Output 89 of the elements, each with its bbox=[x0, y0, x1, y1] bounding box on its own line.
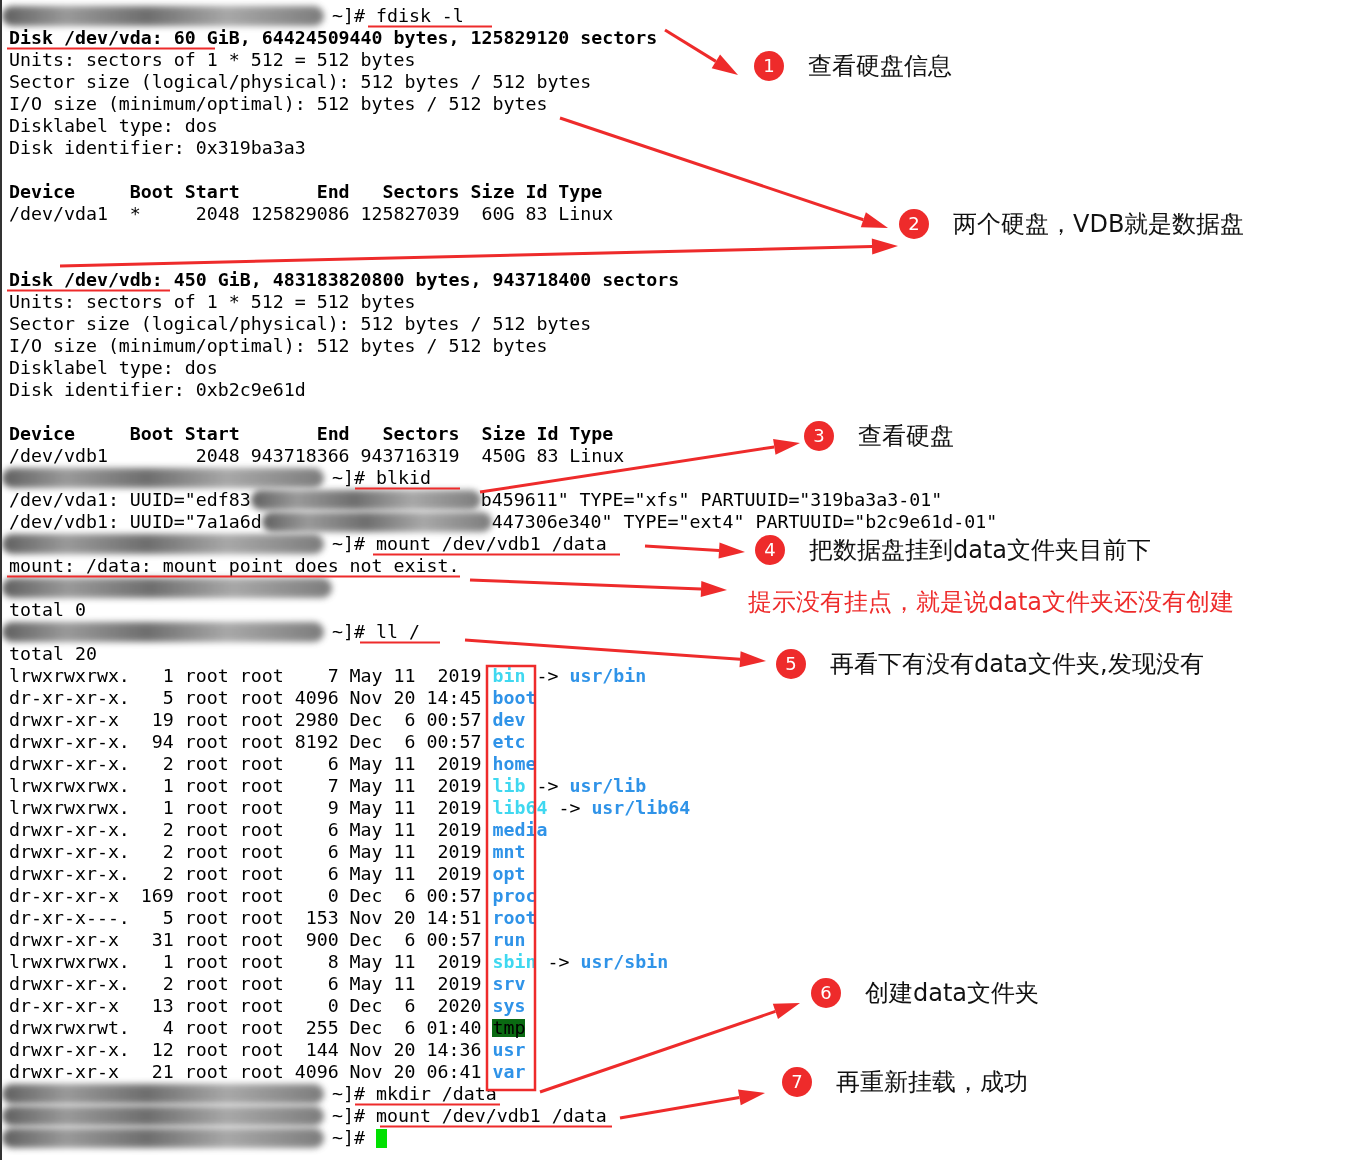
output-line: Disk /dev/vdb: 450 GiB, 483183820800 bytes, 943718400 sectors bbox=[9, 271, 680, 289]
output-line: /dev/vda1: UUID="edf83 bbox=[9, 491, 251, 509]
command-line: ~]# mkdir /data bbox=[332, 1085, 497, 1103]
output-line: total 20 bbox=[9, 645, 97, 663]
output-line: total 0 bbox=[9, 601, 86, 619]
annotation-text: 把数据盘挂到data文件夹目前下 bbox=[809, 535, 1152, 565]
step-number: 2 bbox=[899, 209, 929, 239]
file-details: lrwxrwxrwx. 1 root root 9 May 11 2019 bbox=[9, 799, 483, 817]
file-details: drwxr-xr-x 19 root root 2980 Dec 6 00:57 bbox=[9, 711, 483, 729]
file-name: var bbox=[492, 1063, 526, 1081]
step-number: 4 bbox=[755, 535, 785, 565]
file-name: dev bbox=[492, 711, 526, 729]
link-target: usr/lib bbox=[569, 777, 647, 795]
output-line: Sector size (logical/physical): 512 bytes / 512 bytes bbox=[9, 315, 592, 333]
link-arrow: -> bbox=[536, 667, 559, 685]
file-details: drwxr-xr-x. 2 root root 6 May 11 2019 bbox=[9, 865, 483, 883]
output-line: Device Boot Start End Sectors Size Id Type bbox=[9, 183, 603, 201]
file-details: drwxr-xr-x. 12 root root 144 Nov 20 14:36 bbox=[9, 1041, 483, 1059]
step-number: 5 bbox=[776, 649, 806, 679]
file-details: dr-xr-x---. 5 root root 153 Nov 20 14:51 bbox=[9, 909, 483, 927]
file-details: drwxr-xr-x. 2 root root 6 May 11 2019 bbox=[9, 843, 483, 861]
file-details: lrwxrwxrwx. 1 root root 7 May 11 2019 bbox=[9, 667, 483, 685]
output-line: Disklabel type: dos bbox=[9, 117, 218, 135]
output-line: Disk /dev/vda: 60 GiB, 64424509440 bytes, 125829120 sectors bbox=[9, 29, 658, 47]
command-line: ~]# blkid bbox=[332, 469, 431, 487]
file-name: etc bbox=[492, 733, 526, 751]
command-line: ~]# bbox=[332, 1129, 365, 1147]
step-number: 6 bbox=[811, 978, 841, 1008]
file-name: lib bbox=[492, 777, 526, 795]
command-line: ~]# ll / bbox=[332, 623, 420, 641]
annotation-text: 再重新挂载，成功 bbox=[836, 1067, 1028, 1097]
annotation-text: 两个硬盘，VDB就是数据盘 bbox=[953, 209, 1245, 239]
file-details: lrwxrwxrwx. 1 root root 8 May 11 2019 bbox=[9, 953, 483, 971]
file-details: lrwxrwxrwx. 1 root root 7 May 11 2019 bbox=[9, 777, 483, 795]
output-line: 447306e340" TYPE="ext4" PARTUUID="b2c9e61d-01" bbox=[491, 513, 998, 531]
file-details: drwxr-xr-x 31 root root 900 Dec 6 00:57 bbox=[9, 931, 483, 949]
output-line: b459611" TYPE="xfs" PARTUUID="319ba3a3-01" bbox=[480, 491, 943, 509]
output-line: mount: /data: mount point does not exist. bbox=[9, 557, 460, 575]
file-name: root bbox=[492, 909, 537, 927]
link-arrow: -> bbox=[558, 799, 581, 817]
link-arrow: -> bbox=[547, 953, 570, 971]
output-line: I/O size (minimum/optimal): 512 bytes / 512 bytes bbox=[9, 95, 548, 113]
file-name: sbin bbox=[492, 953, 537, 971]
command-line: ~]# fdisk -l bbox=[332, 7, 464, 25]
file-details: dr-xr-xr-x 13 root root 0 Dec 6 2020 bbox=[9, 997, 483, 1015]
output-line: /dev/vdb1 2048 943718366 943716319 450G 83 Linux bbox=[9, 447, 625, 465]
step-number: 3 bbox=[804, 421, 834, 451]
output-line: I/O size (minimum/optimal): 512 bytes / 512 bytes bbox=[9, 337, 548, 355]
file-name: run bbox=[492, 931, 526, 949]
link-arrow: -> bbox=[536, 777, 559, 795]
command-line: ~]# mount /dev/vdb1 /data bbox=[332, 1107, 607, 1125]
file-name: proc bbox=[492, 887, 537, 905]
output-line: Device Boot Start End Sectors Size Id Type bbox=[9, 425, 614, 443]
command-line: ~]# mount /dev/vdb1 /data bbox=[332, 535, 607, 553]
file-details: dr-xr-xr-x. 5 root root 4096 Nov 20 14:45 bbox=[9, 689, 483, 707]
file-details: drwxr-xr-x. 2 root root 6 May 11 2019 bbox=[9, 755, 483, 773]
link-target: usr/lib64 bbox=[591, 799, 691, 817]
annotation-text: 查看硬盘信息 bbox=[808, 51, 952, 81]
file-details: drwxr-xr-x. 2 root root 6 May 11 2019 bbox=[9, 821, 483, 839]
file-name: sys bbox=[492, 997, 526, 1015]
annotation-text: 提示没有挂点，就是说data文件夹还没有创建 bbox=[748, 587, 1235, 617]
file-name: boot bbox=[492, 689, 537, 707]
output-line: Disk identifier: 0x319ba3a3 bbox=[9, 139, 306, 157]
file-name: home bbox=[492, 755, 537, 773]
output-line: Disklabel type: dos bbox=[9, 359, 218, 377]
step-number: 7 bbox=[782, 1067, 812, 1097]
link-target: usr/sbin bbox=[580, 953, 669, 971]
file-name: opt bbox=[492, 865, 526, 883]
output-line: Units: sectors of 1 * 512 = 512 bytes bbox=[9, 293, 416, 311]
output-line: /dev/vdb1: UUID="7a1a6d bbox=[9, 513, 262, 531]
annotation-text: 创建data文件夹 bbox=[865, 978, 1040, 1008]
file-name: tmp bbox=[492, 1019, 526, 1037]
output-line: /dev/vda1 * 2048 125829086 125827039 60G 83 Linux bbox=[9, 205, 614, 223]
annotation-text: 查看硬盘 bbox=[858, 421, 954, 451]
annotation-text: 再看下有没有data文件夹,发现没有 bbox=[830, 649, 1204, 679]
output-line: Disk identifier: 0xb2c9e61d bbox=[9, 381, 306, 399]
file-name: usr bbox=[492, 1041, 526, 1059]
file-name: bin bbox=[492, 667, 526, 685]
link-target: usr/bin bbox=[569, 667, 647, 685]
file-name: srv bbox=[492, 975, 526, 993]
file-details: drwxr-xr-x 21 root root 4096 Nov 20 06:41 bbox=[9, 1063, 483, 1081]
file-details: dr-xr-xr-x 169 root root 0 Dec 6 00:57 bbox=[9, 887, 483, 905]
file-details: drwxrwxrwt. 4 root root 255 Dec 6 01:40 bbox=[9, 1019, 483, 1037]
file-details: drwxr-xr-x. 2 root root 6 May 11 2019 bbox=[9, 975, 483, 993]
output-line: Sector size (logical/physical): 512 bytes / 512 bytes bbox=[9, 73, 592, 91]
output-line: Units: sectors of 1 * 512 = 512 bytes bbox=[9, 51, 416, 69]
file-details: drwxr-xr-x. 94 root root 8192 Dec 6 00:57 bbox=[9, 733, 483, 751]
step-number: 1 bbox=[754, 51, 784, 81]
file-name: mnt bbox=[492, 843, 526, 861]
